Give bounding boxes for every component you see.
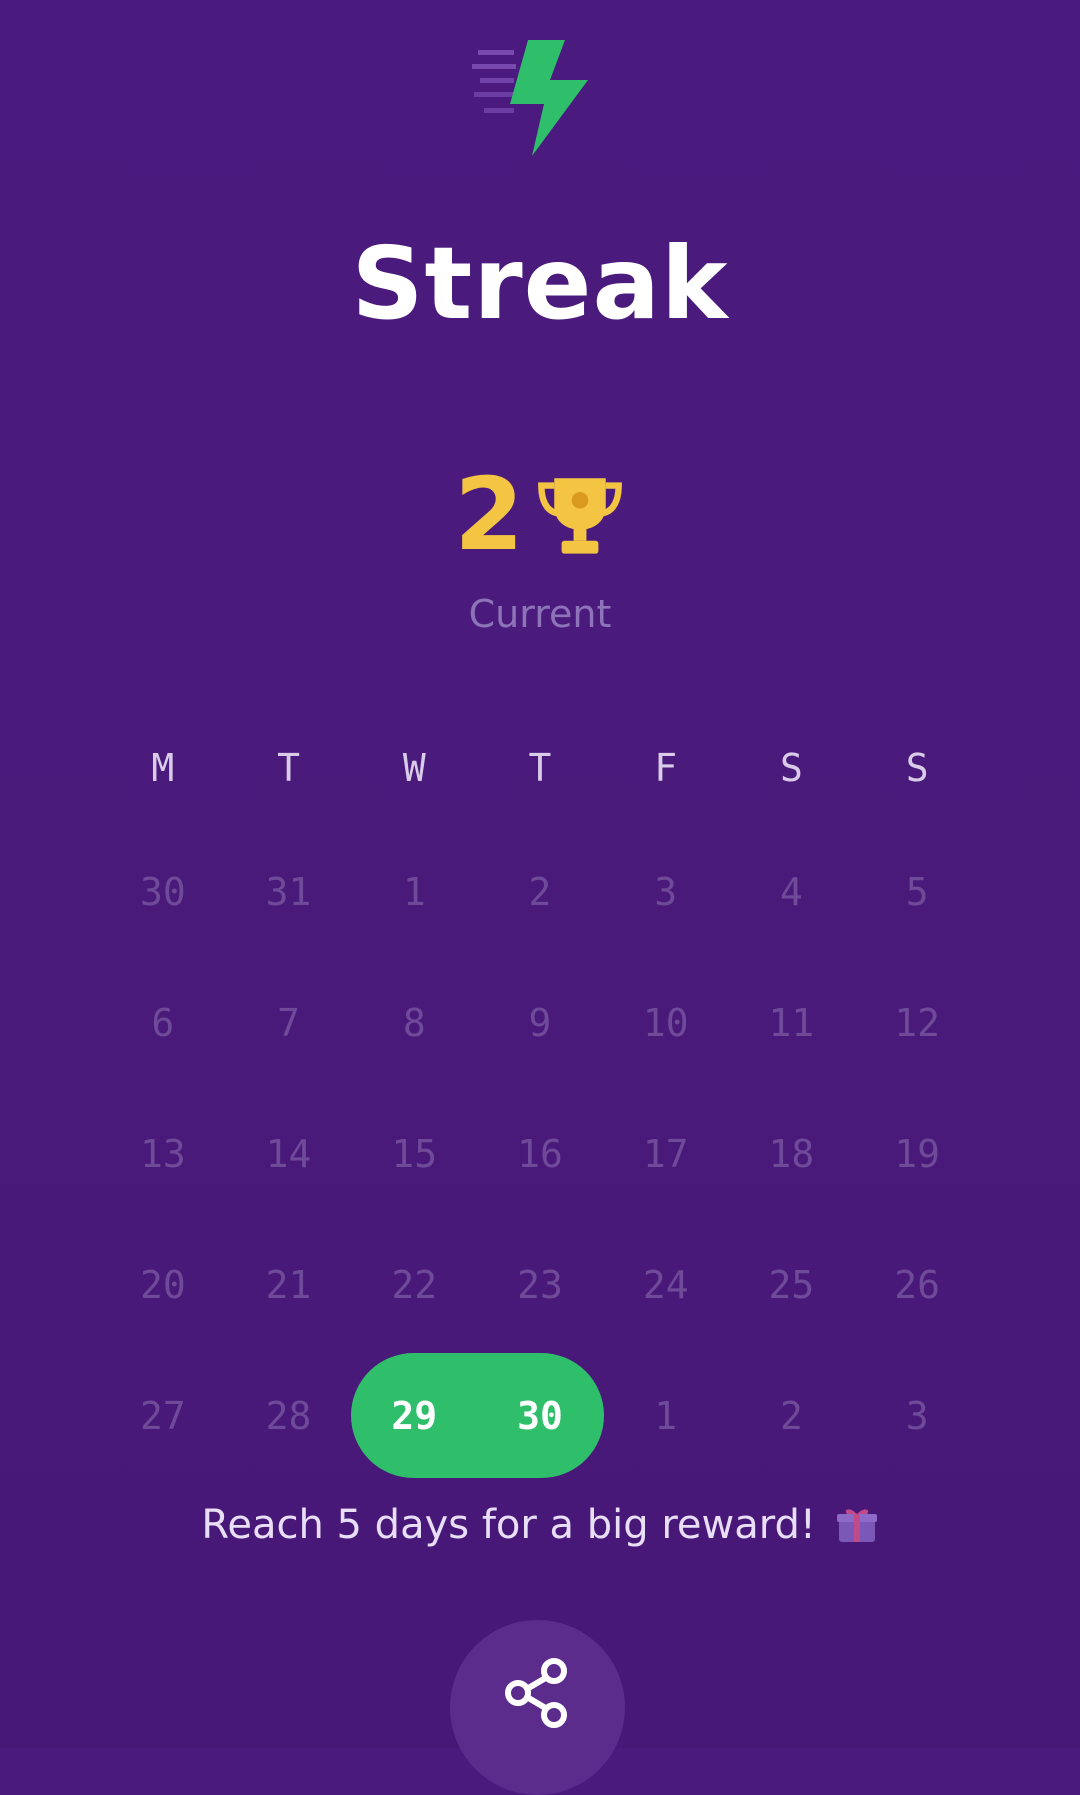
weekday-header: T bbox=[277, 746, 300, 790]
calendar-day: 25 bbox=[768, 1262, 815, 1307]
calendar-day: 12 bbox=[894, 1000, 941, 1045]
calendar-day: 15 bbox=[391, 1131, 438, 1176]
calendar-day: 17 bbox=[642, 1131, 689, 1176]
calendar-day: 22 bbox=[391, 1262, 438, 1307]
calendar-day: 18 bbox=[768, 1131, 815, 1176]
calendar-day: 10 bbox=[642, 1000, 689, 1045]
weekday-header: T bbox=[528, 746, 552, 790]
calendar-day: 27 bbox=[139, 1393, 186, 1438]
calendar-day: 1 bbox=[654, 1393, 678, 1438]
weekday-header: S bbox=[905, 746, 929, 790]
weekday-header: S bbox=[779, 746, 803, 790]
share-button[interactable] bbox=[450, 1620, 625, 1795]
calendar-day: 6 bbox=[151, 1000, 175, 1045]
calendar-day: 7 bbox=[277, 1000, 300, 1045]
calendar-day: 3 bbox=[905, 1393, 929, 1438]
calendar-day-active: 29 bbox=[391, 1393, 438, 1438]
calendar-week-row: 27 28 29 30 1 2 3 bbox=[100, 1350, 980, 1481]
calendar-day: 4 bbox=[779, 869, 803, 914]
calendar-day: 24 bbox=[642, 1262, 689, 1307]
calendar-day: 8 bbox=[402, 1000, 426, 1045]
streak-calendar: MTWTFSS 30 31 1 2 3 4 5 6 7 8 9 10 11 12 13 14 15 16 17 18 1… bbox=[100, 738, 980, 1481]
calendar-day: 2 bbox=[779, 1393, 803, 1438]
weekday-header: M bbox=[151, 746, 175, 790]
calendar-day: 2 bbox=[528, 869, 552, 914]
calendar-week-row: 30 31 1 2 3 4 5 bbox=[100, 826, 980, 957]
streak-label: Current bbox=[468, 592, 612, 636]
calendar-day: 1 bbox=[402, 869, 426, 914]
calendar-day: 20 bbox=[139, 1262, 186, 1307]
weekday-header-row: MTWTFSS bbox=[100, 738, 980, 798]
calendar-week-row: 20 21 22 23 24 25 26 bbox=[100, 1219, 980, 1350]
calendar-day: 11 bbox=[768, 1000, 815, 1045]
calendar-day: 21 bbox=[265, 1262, 312, 1307]
streak-count: 2 bbox=[454, 456, 524, 573]
calendar-day: 31 bbox=[265, 869, 312, 914]
gift-icon bbox=[836, 1509, 877, 1542]
calendar-day: 3 bbox=[654, 869, 678, 914]
streak-counter: 2 bbox=[0, 460, 1080, 570]
calendar-day: 14 bbox=[265, 1131, 312, 1176]
reward-hint: Reach 5 days for a big reward! bbox=[0, 1502, 1080, 1548]
calendar-day: 13 bbox=[139, 1131, 186, 1176]
calendar-day: 5 bbox=[905, 869, 929, 914]
weekday-header: W bbox=[402, 746, 426, 790]
weekday-header: F bbox=[654, 746, 678, 790]
calendar-day: 9 bbox=[528, 1000, 552, 1045]
calendar-day: 28 bbox=[265, 1393, 312, 1438]
calendar-day: 30 bbox=[139, 869, 186, 914]
calendar-day-active: 30 bbox=[517, 1393, 563, 1438]
reward-hint-text: Reach 5 days for a big reward! bbox=[201, 1502, 816, 1548]
calendar-day: 26 bbox=[894, 1262, 941, 1307]
share-icon bbox=[504, 1657, 567, 1728]
page-title: Streak bbox=[351, 225, 729, 342]
streak-screen: Streak 2 Current MTWTFSS 30 31 1 2 3 4 5 6 7 8 9 10… bbox=[0, 0, 1080, 1795]
calendar-day: 19 bbox=[894, 1131, 941, 1176]
calendar-week-row: 6 7 8 9 10 11 12 bbox=[100, 957, 980, 1088]
trophy-icon bbox=[537, 478, 622, 554]
lightning-logo-icon bbox=[472, 40, 588, 156]
calendar-weeks: 30 31 1 2 3 4 5 6 7 8 9 10 11 12 13 14 15 16 17 18 19 20 21 22 2… bbox=[100, 826, 980, 1481]
calendar-day: 23 bbox=[517, 1262, 563, 1307]
calendar-week-row: 13 14 15 16 17 18 19 bbox=[100, 1088, 980, 1219]
calendar-day: 16 bbox=[517, 1131, 563, 1176]
